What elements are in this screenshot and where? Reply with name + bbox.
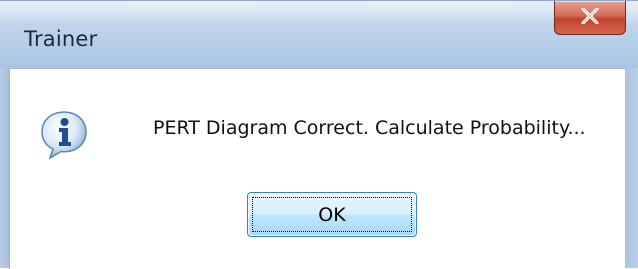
dialog-window: Trainer PERT Diagram Correct. Calculate … [0,0,638,269]
dialog-body: PERT Diagram Correct. Calculate Probabil… [9,68,625,269]
window-frame-right [624,68,638,268]
window-frame-left [0,68,9,268]
close-icon [581,8,599,24]
close-button[interactable] [554,1,626,35]
ok-button[interactable]: OK [247,192,417,237]
title-bar[interactable]: Trainer [0,0,638,69]
info-icon [38,109,90,161]
window-title: Trainer [24,27,98,51]
ok-button-label: OK [318,203,346,226]
dialog-message: PERT Diagram Correct. Calculate Probabil… [153,117,586,139]
